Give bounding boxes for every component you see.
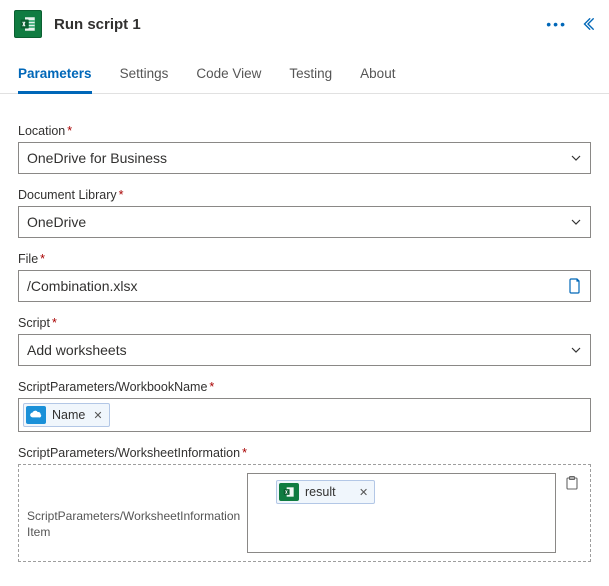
tab-bar: Parameters Settings Code View Testing Ab… — [0, 56, 609, 94]
wbname-input[interactable]: Name ✕ — [18, 398, 591, 432]
doclib-value: OneDrive — [27, 214, 86, 230]
tab-settings[interactable]: Settings — [120, 56, 169, 94]
remove-token-button[interactable]: ✕ — [93, 409, 102, 422]
script-value: Add worksheets — [27, 342, 127, 358]
chevron-down-icon — [570, 344, 582, 356]
location-label: Location* — [18, 124, 591, 138]
excel-icon — [279, 483, 299, 501]
file-input[interactable]: /Combination.xlsx — [18, 270, 591, 302]
clipboard-icon[interactable] — [562, 473, 582, 493]
remove-token-button[interactable]: ✕ — [359, 486, 368, 499]
file-label: File* — [18, 252, 591, 266]
chevron-down-icon — [570, 152, 582, 164]
more-menu-button[interactable]: ••• — [546, 16, 567, 32]
excel-icon — [14, 10, 42, 38]
dynamic-token-name[interactable]: Name ✕ — [23, 403, 110, 427]
doclib-select[interactable]: OneDrive — [18, 206, 591, 238]
onedrive-icon — [26, 406, 46, 424]
script-select[interactable]: Add worksheets — [18, 334, 591, 366]
location-select[interactable]: OneDrive for Business — [18, 142, 591, 174]
wsinfo-item-label: ScriptParameters/WorksheetInformation It… — [27, 473, 241, 540]
collapse-icon[interactable] — [581, 17, 595, 31]
chevron-down-icon — [570, 216, 582, 228]
file-value: /Combination.xlsx — [27, 278, 138, 294]
wbname-label: ScriptParameters/WorkbookName* — [18, 380, 591, 394]
doclib-label: Document Library* — [18, 188, 591, 202]
dynamic-token-result[interactable]: result ✕ — [276, 480, 375, 504]
tab-code-view[interactable]: Code View — [196, 56, 261, 94]
wsinfo-item-input[interactable]: result ✕ — [247, 473, 556, 553]
tab-testing[interactable]: Testing — [289, 56, 332, 94]
script-label: Script* — [18, 316, 591, 330]
wsinfo-label: ScriptParameters/WorksheetInformation* — [18, 446, 591, 460]
location-value: OneDrive for Business — [27, 150, 167, 166]
parameters-panel: Location* OneDrive for Business Document… — [0, 94, 609, 586]
tab-parameters[interactable]: Parameters — [18, 56, 92, 94]
file-picker-icon[interactable] — [568, 278, 582, 294]
action-title: Run script 1 — [54, 16, 546, 33]
tab-about[interactable]: About — [360, 56, 395, 94]
wsinfo-container: ScriptParameters/WorksheetInformation It… — [18, 464, 591, 562]
